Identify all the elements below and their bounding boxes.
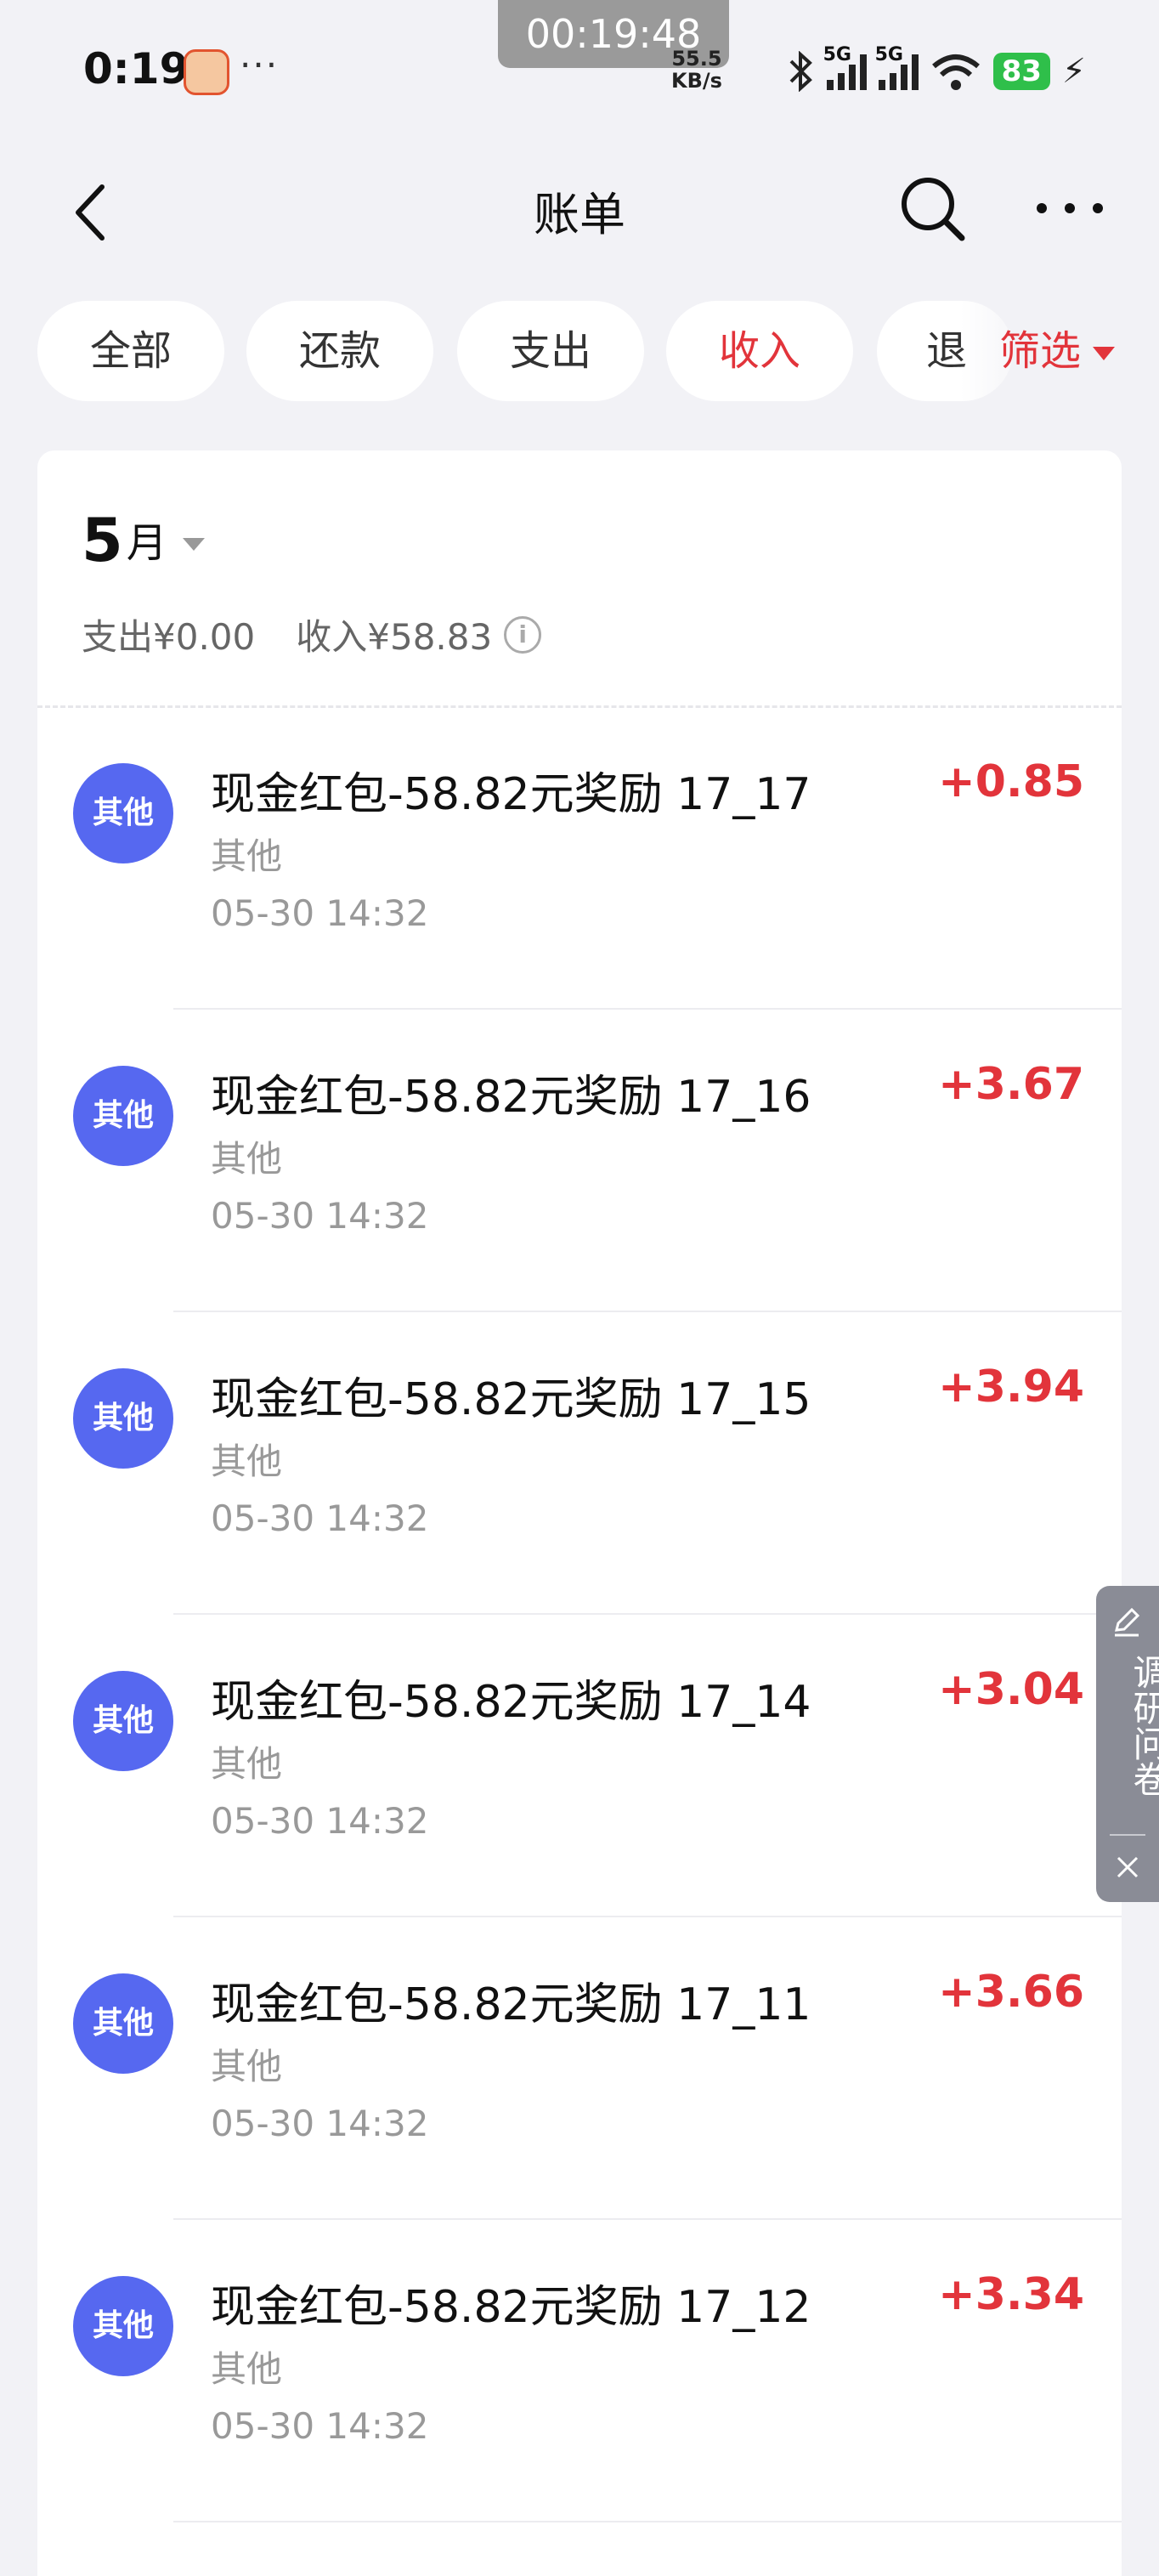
- transaction-category: 其他: [211, 2348, 283, 2390]
- transaction-category: 其他: [211, 835, 283, 877]
- divider: [173, 2521, 1122, 2522]
- tab-income[interactable]: 收入: [666, 301, 853, 401]
- close-icon[interactable]: [1110, 1849, 1145, 1885]
- wifi-icon: [931, 54, 980, 90]
- transaction-amount: +3.34: [938, 2269, 1084, 2320]
- category-avatar: 其他: [73, 1671, 173, 1771]
- status-time: 0:19: [83, 44, 189, 93]
- signal-icon: 5G: [823, 44, 867, 90]
- page-title: 账单: [534, 188, 625, 241]
- network-speed: 55.5 KB/s: [671, 48, 722, 92]
- status-bar: 0:19 ··· 00:19:48 55.5 KB/s 5G 5G 83 ⚡: [0, 0, 1159, 144]
- bluetooth-icon: [789, 51, 812, 92]
- transaction-list: 其他 现金红包-58.82元奖励 17_17 其他 05-30 14:32 +0…: [37, 707, 1122, 2522]
- transaction-time: 05-30 14:32: [211, 1497, 429, 1539]
- search-icon[interactable]: [897, 173, 969, 245]
- category-avatar: 其他: [73, 1368, 173, 1469]
- network-speed-value: 55.5: [671, 47, 722, 71]
- filter-label: 筛选: [999, 327, 1082, 375]
- transaction-title: 现金红包-58.82元奖励 17_12: [211, 2282, 811, 2333]
- transaction-title: 现金红包-58.82元奖励 17_15: [211, 1374, 811, 1425]
- more-notifications-icon: ···: [240, 44, 280, 86]
- tab-repayment[interactable]: 还款: [246, 301, 433, 401]
- pen-icon: [1115, 1607, 1140, 1637]
- transaction-amount: +3.04: [938, 1664, 1084, 1715]
- survey-label: 调研问卷: [1128, 1654, 1159, 1797]
- transaction-row[interactable]: 其他 现金红包-58.82元奖励 17_15 其他 05-30 14:32 +3…: [37, 1312, 1122, 1615]
- transaction-row[interactable]: 其他 现金红包-58.82元奖励 17_17 其他 05-30 14:32 +0…: [37, 707, 1122, 1010]
- transaction-title: 现金红包-58.82元奖励 17_16: [211, 1072, 811, 1123]
- income-summary: 收入¥58.83: [296, 616, 493, 658]
- transaction-category: 其他: [211, 1743, 283, 1785]
- network-speed-unit: KB/s: [671, 69, 722, 93]
- transaction-time: 05-30 14:32: [211, 1800, 429, 1842]
- month-selector[interactable]: 5 月: [82, 507, 205, 575]
- transaction-amount: +3.67: [938, 1059, 1084, 1110]
- category-avatar: 其他: [73, 1973, 173, 2074]
- signal-icon: 5G: [875, 44, 919, 90]
- category-avatar: 其他: [73, 763, 173, 863]
- battery-icon: 83: [992, 53, 1050, 90]
- signal-1-label: 5G: [823, 44, 851, 65]
- month-summary: 支出¥0.00 收入¥58.83 i: [82, 609, 542, 660]
- transaction-amount: +3.66: [938, 1967, 1084, 2018]
- more-options-icon[interactable]: [1033, 187, 1106, 229]
- transaction-amount: +3.94: [938, 1362, 1084, 1413]
- caret-down-icon: [182, 538, 205, 551]
- tab-expense[interactable]: 支出: [457, 301, 644, 401]
- nav-bar: 账单: [0, 144, 1159, 272]
- divider: [1110, 1834, 1145, 1836]
- filter-button[interactable]: 筛选: [999, 301, 1116, 401]
- filter-tabs: 全部 还款 支出 收入 退 筛选: [0, 301, 1159, 401]
- expense-summary: 支出¥0.00: [82, 616, 256, 658]
- transaction-category: 其他: [211, 2046, 283, 2087]
- transaction-row[interactable]: 其他 现金红包-58.82元奖励 17_11 其他 05-30 14:32 +3…: [37, 1917, 1122, 2220]
- transaction-category: 其他: [211, 1138, 283, 1180]
- transaction-time: 05-30 14:32: [211, 892, 429, 934]
- transaction-title: 现金红包-58.82元奖励 17_17: [211, 769, 811, 820]
- info-icon[interactable]: i: [504, 615, 542, 654]
- transaction-category: 其他: [211, 1441, 283, 1482]
- transaction-time: 05-30 14:32: [211, 2103, 429, 2144]
- transaction-row[interactable]: 其他 现金红包-58.82元奖励 17_16 其他 05-30 14:32 +3…: [37, 1010, 1122, 1312]
- caret-down-icon: [1093, 347, 1116, 360]
- survey-tab[interactable]: 调研问卷: [1096, 1586, 1159, 1902]
- transaction-row[interactable]: 其他 现金红包-58.82元奖励 17_12 其他 05-30 14:32 +3…: [37, 2220, 1122, 2522]
- transaction-time: 05-30 14:32: [211, 1195, 429, 1237]
- category-avatar: 其他: [73, 2276, 173, 2376]
- transaction-row[interactable]: 其他 现金红包-58.82元奖励 17_14 其他 05-30 14:32 +3…: [37, 1615, 1122, 1917]
- month-unit: 月: [126, 519, 167, 567]
- transaction-amount: +0.85: [938, 756, 1084, 807]
- category-avatar: 其他: [73, 1066, 173, 1166]
- transaction-title: 现金红包-58.82元奖励 17_14: [211, 1677, 811, 1728]
- charging-icon: ⚡: [1061, 52, 1086, 91]
- transaction-title: 现金红包-58.82元奖励 17_11: [211, 1979, 811, 2030]
- signal-2-label: 5G: [874, 44, 903, 65]
- transaction-time: 05-30 14:32: [211, 2405, 429, 2447]
- month-number: 5: [82, 506, 123, 575]
- tab-all[interactable]: 全部: [37, 301, 224, 401]
- app-notification-icon: [184, 49, 229, 95]
- bill-card: 5 月 支出¥0.00 收入¥58.83 i 其他 现金红包-58.82元奖励 …: [37, 450, 1122, 2576]
